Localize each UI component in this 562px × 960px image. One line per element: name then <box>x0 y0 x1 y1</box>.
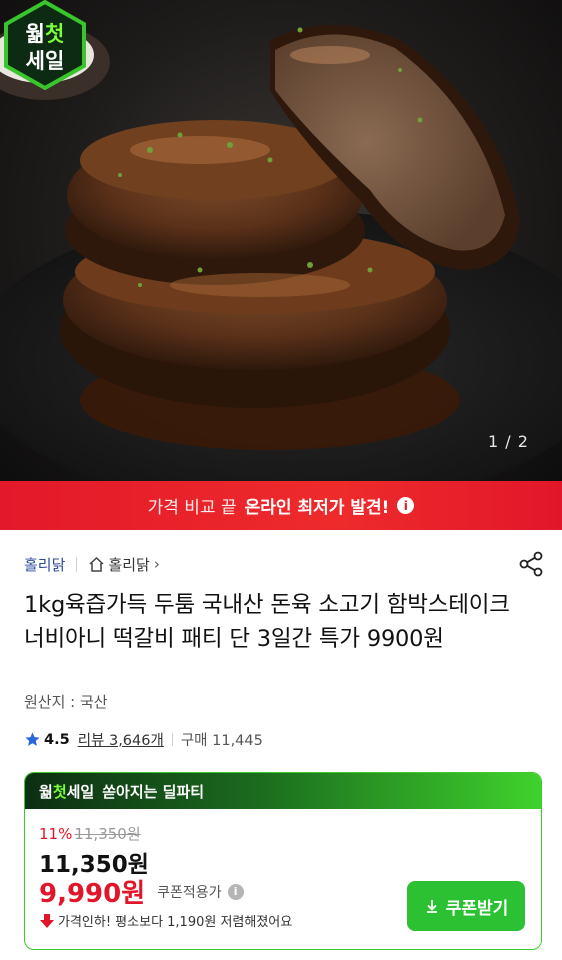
star-icon <box>25 732 40 746</box>
deal-subtitle: 쏟아지는 딜파티 <box>102 782 205 801</box>
store-home-label: 홀리닭 <box>108 555 150 574</box>
arrow-down-icon <box>40 913 54 928</box>
banner-highlight: 온라인 최저가 발견! <box>244 498 390 518</box>
coupon-price-label: 쿠폰적용가 <box>157 884 222 901</box>
svg-text:세일: 세일 <box>26 49 65 73</box>
monthly-first-sale-badge-icon: 웖첫 세일 <box>4 0 86 90</box>
discount-rate: 11% <box>39 825 73 843</box>
discount-row: 11% 11,350원 <box>39 823 141 844</box>
product-image-gallery[interactable]: 웖첫 세일 1 / 2 <box>0 0 562 481</box>
divider <box>76 556 78 572</box>
purchase-count: 구매 11,445 <box>180 733 263 749</box>
lowest-price-banner[interactable]: 가격 비교 끝 온라인 최저가 발견! i <box>0 481 562 530</box>
rating-row: 4.5 리뷰 3,646개 구매 11,445 <box>24 729 263 750</box>
image-counter: 1 / 2 <box>488 432 529 451</box>
rating-score: 4.5 <box>44 731 70 748</box>
original-price: 11,350원 <box>74 825 141 843</box>
coupon-price: 9,990원 <box>39 879 146 909</box>
banner-text: 가격 비교 끝 <box>147 498 237 518</box>
deal-brand: 웖첫세일 <box>39 782 95 801</box>
deal-box: 웖첫세일 쏟아지는 딜파티 11% 11,350원 11,350원 9,990원… <box>24 772 542 950</box>
store-name-link[interactable]: 홀리닭 <box>24 554 65 575</box>
get-coupon-button[interactable]: 쿠폰받기 <box>407 881 525 931</box>
deal-header: 웖첫세일 쏟아지는 딜파티 <box>25 773 541 809</box>
store-row: 홀리닭 홀리닭 › <box>24 552 544 576</box>
download-icon <box>426 900 437 913</box>
reviews-link[interactable]: 리뷰 3,646개 <box>78 729 164 750</box>
product-title: 1kg육즙가득 두툼 국내산 돈육 소고기 함박스테이크 너비아니 떡갈비 패티… <box>24 592 510 652</box>
price-drop-text: 가격인하! 평소보다 1,190원 저렴해졌어요 <box>58 915 293 930</box>
share-icon[interactable] <box>517 550 545 578</box>
get-coupon-label: 쿠폰받기 <box>445 898 509 918</box>
price-drop-note: 가격인하! 평소보다 1,190원 저렴해졌어요 <box>39 911 292 930</box>
svg-text:웖첫: 웖첫 <box>26 22 65 46</box>
home-icon <box>89 556 104 572</box>
info-icon[interactable]: i <box>227 883 244 900</box>
divider <box>171 733 173 746</box>
chevron-right-icon: › <box>153 555 160 573</box>
store-home-link[interactable]: 홀리닭 › <box>88 554 160 575</box>
coupon-price-row: 9,990원 쿠폰적용가 i <box>39 873 244 910</box>
info-icon[interactable]: i <box>397 497 415 514</box>
origin-label: 원산지 : 국산 <box>24 693 108 711</box>
